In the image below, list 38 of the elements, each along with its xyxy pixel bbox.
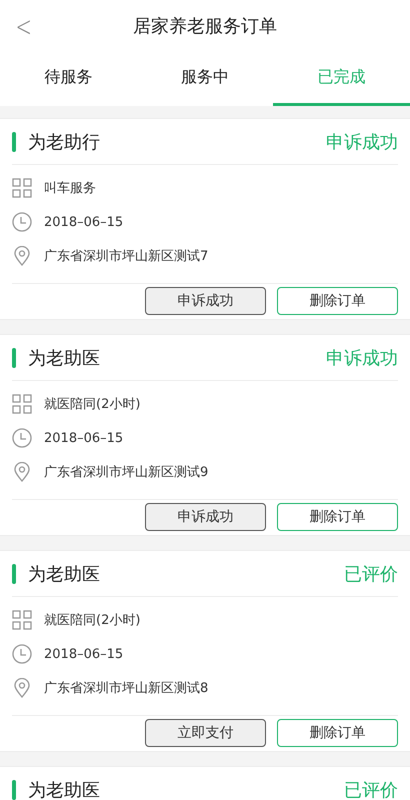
service-name: 叫车服务 <box>44 180 96 197</box>
order-status: 申诉成功 <box>326 130 398 154</box>
action-button[interactable]: 申诉成功 <box>145 503 266 531</box>
service-name: 就医陪同(2小时) <box>44 612 140 629</box>
action-button[interactable]: 删除订单 <box>277 287 398 315</box>
service-name: 就医陪同(2小时) <box>44 396 140 413</box>
order-status: 申诉成功 <box>326 346 398 370</box>
order-title: 为老助行 <box>28 130 101 154</box>
page-title: 居家养老服务订单 <box>133 15 277 38</box>
order-status: 已评价 <box>344 778 398 800</box>
grid-icon <box>12 178 32 198</box>
order-date: 2018–06–15 <box>44 430 124 446</box>
location-pin-icon <box>12 678 32 698</box>
location-pin-icon <box>12 246 32 266</box>
accent-bar <box>12 564 16 584</box>
order-title: 为老助医 <box>28 778 101 800</box>
grid-icon <box>12 610 32 630</box>
accent-bar <box>12 348 16 368</box>
clock-icon <box>12 428 32 448</box>
action-button[interactable]: 删除订单 <box>277 503 398 531</box>
order-address: 广东省深圳市坪山新区测试9 <box>44 464 208 481</box>
clock-icon <box>12 212 32 232</box>
action-button[interactable]: 立即支付 <box>145 719 266 747</box>
order-address: 广东省深圳市坪山新区测试8 <box>44 680 208 697</box>
clock-icon <box>12 644 32 664</box>
order-title: 为老助医 <box>28 562 101 586</box>
back-button[interactable]: < <box>11 10 36 43</box>
order-date: 2018–06–15 <box>44 646 124 662</box>
order-date: 2018–06–15 <box>44 214 124 230</box>
order-title: 为老助医 <box>28 346 101 370</box>
order-status: 已评价 <box>344 562 398 586</box>
action-button[interactable]: 删除订单 <box>277 719 398 747</box>
accent-bar <box>12 780 16 800</box>
grid-icon <box>12 394 32 414</box>
order-address: 广东省深圳市坪山新区测试7 <box>44 248 208 265</box>
action-button[interactable]: 申诉成功 <box>145 287 266 315</box>
accent-bar <box>12 132 16 152</box>
location-pin-icon <box>12 462 32 482</box>
